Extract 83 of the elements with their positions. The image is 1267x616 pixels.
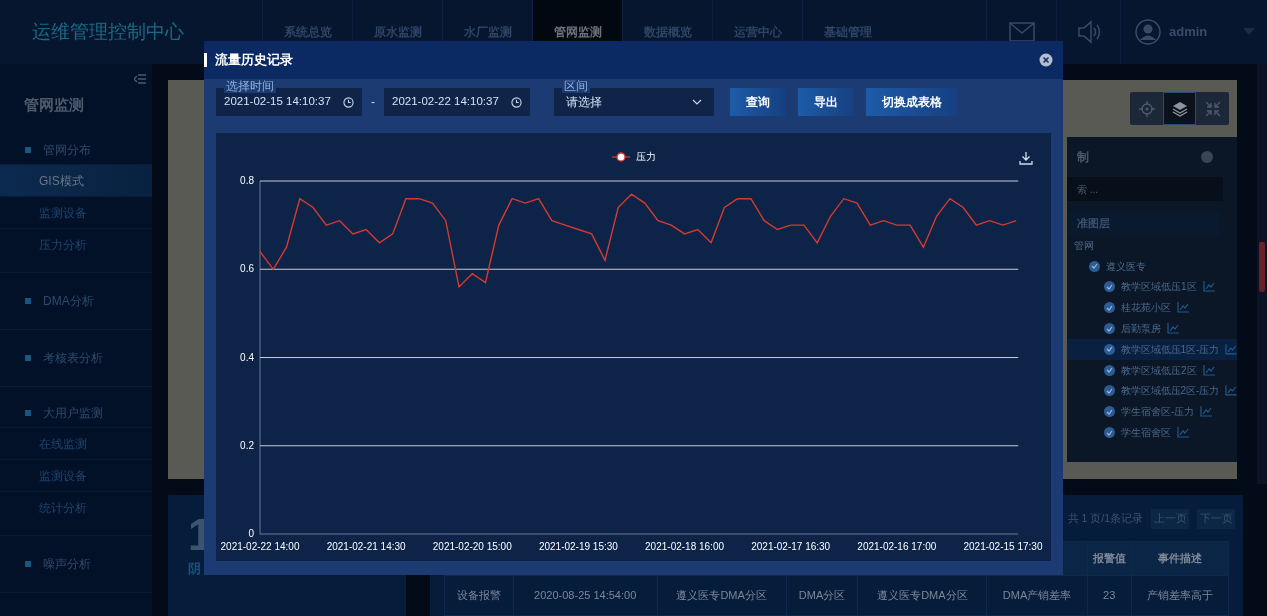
panel-title: 制: [1077, 149, 1089, 166]
action-button[interactable]: 查询: [730, 88, 786, 116]
collapse-arrows-icon: [1203, 99, 1222, 118]
x-tick-label: 2021-02-18 16:00: [645, 541, 725, 552]
x-tick-label: 2021-02-19 15:30: [538, 541, 618, 552]
checkbox[interactable]: [1104, 343, 1115, 355]
checkbox[interactable]: [1104, 302, 1115, 314]
table-cell: 23: [1087, 575, 1132, 616]
weather-condition: 阴: [188, 560, 202, 579]
action-button[interactable]: 导出: [798, 88, 854, 116]
line-chart-icon[interactable]: [1202, 364, 1215, 376]
sidebar-title: 管网监测: [24, 94, 84, 115]
sidebar-group[interactable]: DMA分析: [43, 292, 94, 310]
bullet-icon: [25, 410, 31, 416]
checkbox[interactable]: [1104, 406, 1115, 418]
column-header: 报警值: [1087, 541, 1132, 576]
range-label: 区间: [562, 79, 590, 93]
layer-item[interactable]: 遵义医专: [1106, 258, 1146, 274]
checkbox[interactable]: [1104, 281, 1115, 293]
y-tick-label: 0.4: [240, 351, 254, 363]
checkbox[interactable]: [1104, 364, 1115, 376]
download-icon[interactable]: [1019, 151, 1033, 165]
line-chart-icon[interactable]: [1225, 343, 1237, 355]
time-label: 选择时间: [224, 79, 276, 93]
crosshair-icon: [1137, 99, 1156, 118]
line-chart-icon[interactable]: [1177, 302, 1189, 314]
layer-item[interactable]: 桂花苑小区: [1121, 300, 1171, 316]
bullet-icon: [25, 147, 31, 153]
layer-search-field[interactable]: 索 ...: [1067, 177, 1223, 201]
sidebar-group[interactable]: 管网分布: [43, 141, 91, 159]
x-tick-label: 2021-02-17 16:30: [751, 541, 831, 552]
layer-item[interactable]: 后勤泵房: [1121, 321, 1161, 337]
layer-item[interactable]: 学生宿舍区: [1121, 425, 1171, 441]
legend-label: 压力: [635, 150, 656, 164]
line-chart-icon[interactable]: [1167, 323, 1179, 335]
sidebar-item[interactable]: GIS模式: [0, 164, 152, 196]
layers-icon: [1170, 99, 1189, 118]
line-chart-icon[interactable]: [1202, 281, 1215, 293]
speaker-icon[interactable]: [1075, 19, 1102, 45]
x-tick-label: 2021-02-20 15:00: [432, 541, 512, 552]
sidebar-group[interactable]: 噪声分析: [43, 555, 91, 573]
caret-icon[interactable]: [1243, 28, 1255, 36]
table-cell: 产销差率高于: [1131, 575, 1229, 616]
close-icon[interactable]: [1039, 53, 1053, 67]
x-tick-label: 2021-02-15 17:30: [963, 541, 1043, 552]
line-chart-icon[interactable]: [1225, 385, 1237, 397]
checkbox[interactable]: [1104, 385, 1115, 397]
chevron-down-icon: [692, 99, 702, 105]
layer-item[interactable]: 教学区域低压2区-压力: [1120, 383, 1220, 399]
end-date-field[interactable]: 2021-02-22 14:10:37: [384, 88, 530, 116]
y-tick-label: 0.8: [240, 175, 254, 186]
bullet-icon: [25, 355, 31, 361]
layer-item[interactable]: 管网: [1074, 237, 1094, 253]
column-header: 事件描述: [1131, 541, 1229, 576]
bullet-icon: [25, 561, 31, 567]
x-tick-label: 2021-02-22 14:00: [220, 541, 300, 552]
y-tick-label: 0.2: [240, 439, 254, 451]
line-chart-icon[interactable]: [1177, 427, 1189, 439]
y-tick-label: 0.6: [240, 263, 254, 275]
clock-icon: [511, 96, 522, 108]
date-separator: -: [370, 94, 376, 111]
app-title: 运维管理控制中心: [32, 19, 184, 44]
action-button[interactable]: 切换成表格: [866, 88, 958, 116]
mail-icon[interactable]: [1008, 22, 1035, 42]
layer-item[interactable]: 教学区域低压2区: [1121, 362, 1197, 378]
sidebar-group[interactable]: 考核表分析: [43, 349, 103, 367]
checkbox[interactable]: [1104, 427, 1115, 439]
y-tick-label: 0: [248, 528, 254, 539]
legend-marker-icon: [611, 151, 630, 162]
line-chart-icon[interactable]: [1200, 406, 1213, 418]
sidebar-group[interactable]: 大用户监测: [43, 404, 103, 422]
x-tick-label: 2021-02-16 17:00: [857, 541, 937, 552]
layer-section-header[interactable]: 准图层: [1067, 211, 1219, 235]
user-avatar-icon[interactable]: [1135, 19, 1161, 45]
x-tick-label: 2021-02-21 14:30: [326, 541, 406, 552]
checkbox[interactable]: [1104, 323, 1115, 335]
clock-icon: [343, 96, 354, 108]
map-tool-button[interactable]: [1163, 92, 1196, 125]
checkbox[interactable]: [1089, 260, 1100, 272]
collapse-menu-icon[interactable]: [134, 74, 146, 84]
layer-item[interactable]: 教学区域低压1区: [1121, 279, 1197, 295]
layer-item[interactable]: 学生宿舍区-压力: [1121, 404, 1195, 420]
bullet-icon: [25, 298, 31, 304]
